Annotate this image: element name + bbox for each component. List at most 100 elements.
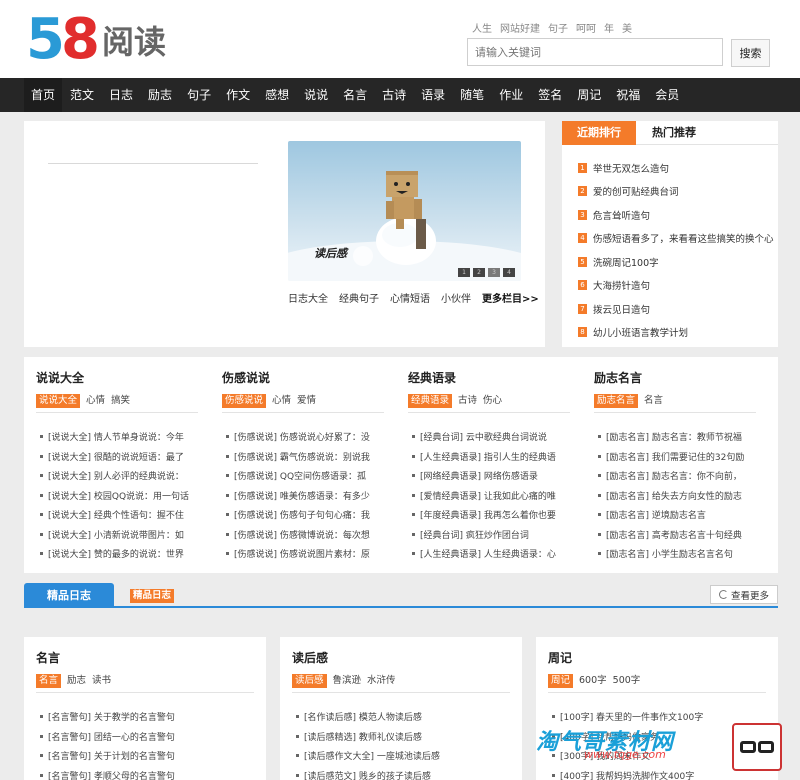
list-item[interactable]: [名言警句] 孝顺父母的名言警句 [36,766,254,780]
list-item[interactable]: [名言警句] 团结一心的名言警句 [36,727,254,747]
slide-dot[interactable]: 2 [473,268,485,277]
nav-item[interactable]: 感想 [258,78,296,112]
category-title[interactable]: 经典语录 [408,369,456,386]
list-item[interactable]: [人生经典语录] 人生经典语录：心 [408,544,570,564]
slide-link[interactable]: 心情短语 [390,290,430,305]
list-item[interactable]: [说说大全] 经典个性语句：握不住 [36,505,198,525]
nav-item[interactable]: 祝福 [609,78,647,112]
list-item[interactable]: [网络经典语录] 网络伤感语录 [408,466,570,486]
category-tag[interactable]: 名言 [644,394,663,408]
category-tag[interactable]: 古诗 [458,394,477,408]
category-title[interactable]: 励志名言 [594,369,642,386]
slide-dot[interactable]: 1 [458,268,470,277]
card-tag-active[interactable]: 周记 [548,674,574,688]
card-tag-active[interactable]: 读后感 [292,674,327,688]
list-item[interactable]: [励志名言] 励志名言：你不向前， [594,466,756,486]
category-tag-active[interactable]: 励志名言 [594,394,639,408]
nav-item[interactable]: 范文 [63,78,101,112]
hot-word-link[interactable]: 人生 [472,20,492,35]
tab-recent-rank[interactable]: 近期排行 [562,121,636,145]
list-item[interactable]: [伤感说说] 伤感句子句句心痛：我 [222,505,384,525]
search-input[interactable] [467,38,723,66]
list-item[interactable]: [经典台词] 疯狂炒作团台词 [408,525,570,545]
list-item[interactable]: [人生经典语录] 指引人生的经典语 [408,447,570,467]
list-item[interactable]: [说说大全] 赞的最多的说说：世界 [36,544,198,564]
category-title[interactable]: 说说大全 [36,369,84,386]
hot-word-link[interactable]: 网站好建 [500,20,540,35]
list-item[interactable]: [读后感范文] 贱乡的孩子读后感 [292,766,510,780]
list-item[interactable]: [爱情经典语录] 让我如此心痛的唯 [408,486,570,506]
list-item[interactable]: [名言警句] 关于计划的名言警句 [36,746,254,766]
card-title[interactable]: 周记 [548,649,572,666]
list-item[interactable]: [名言警句] 关于教学的名言警句 [36,707,254,727]
list-item[interactable]: [名作读后感] 模范人物读后感 [292,707,510,727]
ranking-item[interactable]: 7 拨云见日造句 [578,297,774,321]
nav-item[interactable]: 句子 [180,78,218,112]
nav-item[interactable]: 会员 [648,78,686,112]
hot-word-link[interactable]: 美 [622,20,632,35]
list-item[interactable]: [说说大全] 校园QQ说说：用一句话 [36,486,198,506]
list-item[interactable]: [说说大全] 小清新说说带图片：如 [36,525,198,545]
category-tag[interactable]: 搞笑 [111,394,130,408]
list-item[interactable]: [读后感作文大全] 一座城池读后感 [292,746,510,766]
card-tag[interactable]: 600字 [579,674,607,688]
ranking-item[interactable]: 5 洗碗周记100字 [578,250,774,274]
list-item[interactable]: [伤感说说] QQ空间伤感语录：孤 [222,466,384,486]
search-button[interactable]: 搜索 [731,39,770,67]
site-logo[interactable]: 5 8 阅读 [26,10,166,68]
nav-item[interactable]: 语录 [414,78,452,112]
card-title[interactable]: 名言 [36,649,60,666]
list-item[interactable]: [伤感说说] 霸气伤感说说：别说我 [222,447,384,467]
slide-link[interactable]: 小伙伴 [441,290,471,305]
ranking-item[interactable]: 3 危言耸听造句 [578,203,774,227]
category-title[interactable]: 伤感说说 [222,369,270,386]
tab-hot-recommend[interactable]: 热门推荐 [644,121,704,145]
hot-word-link[interactable]: 呵呵 [576,20,596,35]
list-item[interactable]: [伤感说说] 唯美伤感语录：有多少 [222,486,384,506]
list-item[interactable]: [说说大全] 情人节单身说说：今年 [36,427,198,447]
card-tag[interactable]: 水浒传 [367,674,396,688]
nav-item[interactable]: 日志 [102,78,140,112]
category-tag-active[interactable]: 经典语录 [408,394,453,408]
list-item[interactable]: [说说大全] 很酷的说说短语：最了 [36,447,198,467]
slide-link[interactable]: 经典句子 [339,290,379,305]
featured-badge[interactable]: 精品日志 [130,589,175,603]
list-item[interactable]: [读后感精选] 教师礼仪读后感 [292,727,510,747]
category-tag[interactable]: 心情 [86,394,105,408]
tab-featured-diary[interactable]: 精品日志 [24,583,114,608]
category-tag[interactable]: 爱情 [297,394,316,408]
list-item[interactable]: [励志名言] 给失去方向女性的励志 [594,486,756,506]
card-tag[interactable]: 励志 [67,674,86,688]
slide-dot-active[interactable]: 3 [488,268,500,277]
slide-image[interactable]: 读后感 1 2 3 4 [288,141,521,281]
nav-item[interactable]: 说说 [297,78,335,112]
list-item[interactable]: [励志名言] 我们需要记住的32句励 [594,447,756,467]
nav-item-home[interactable]: 首页 [24,78,63,112]
card-tag-active[interactable]: 名言 [36,674,62,688]
hot-word-link[interactable]: 句子 [548,20,568,35]
list-item[interactable]: [励志名言] 励志名言：教师节祝福 [594,427,756,447]
nav-item[interactable]: 古诗 [375,78,413,112]
see-more-button[interactable]: 查看更多 [710,585,778,604]
ranking-item[interactable]: 8 幼儿小班语言教学计划 [578,321,774,345]
list-item[interactable]: [说说大全] 别人必评的经典说说： [36,466,198,486]
slide-link[interactable]: 日志大全 [288,290,328,305]
nav-item[interactable]: 励志 [141,78,179,112]
list-item[interactable]: [伤感说说] 伤感微博说说：每次想 [222,525,384,545]
nav-item[interactable]: 随笔 [453,78,491,112]
card-tag[interactable]: 鲁滨逊 [333,674,362,688]
list-item[interactable]: [励志名言] 高考励志名言十句经典 [594,525,756,545]
list-item[interactable]: [伤感说说] 伤感说说图片素材：原 [222,544,384,564]
ranking-item[interactable]: 6 大海捞针造句 [578,274,774,298]
nav-item[interactable]: 作文 [219,78,257,112]
ranking-item[interactable]: 1 举世无双怎么造句 [578,156,774,180]
list-item[interactable]: [励志名言] 逆境励志名言 [594,505,756,525]
category-tag-active[interactable]: 伤感说说 [222,394,267,408]
list-item[interactable]: [年度经典语录] 我再怎么着你也要 [408,505,570,525]
slide-dot[interactable]: 4 [503,268,515,277]
category-tag[interactable]: 心情 [272,394,291,408]
nav-item[interactable]: 名言 [336,78,374,112]
hot-word-link[interactable]: 年 [604,20,614,35]
card-tag[interactable]: 读书 [92,674,111,688]
list-item[interactable]: [伤感说说] 伤感说说心好累了：没 [222,427,384,447]
